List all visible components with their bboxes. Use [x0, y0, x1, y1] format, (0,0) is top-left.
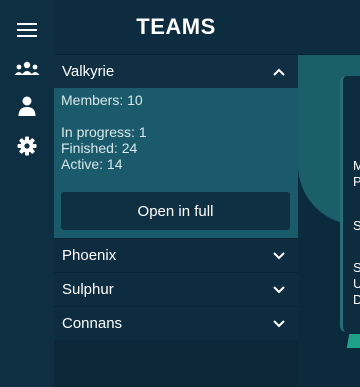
finished-count: Finished: 24 [61, 140, 138, 156]
main-topbar [298, 0, 360, 55]
team-name: Phoenix [62, 247, 117, 264]
teams-panel: TEAMS Valkyrie Members: 10 In progress: … [54, 0, 298, 387]
panel-title: TEAMS [54, 0, 298, 54]
nav-settings[interactable] [0, 134, 54, 158]
team-name: Connans [62, 315, 123, 332]
decorative-accent [346, 334, 360, 348]
menu-button[interactable] [0, 18, 54, 42]
team-details-valkyrie: Members: 10 In progress: 1 Finished: 24 … [54, 88, 298, 238]
chevron-down-icon [272, 317, 286, 331]
nav-profile[interactable] [0, 94, 54, 118]
left-rail [0, 0, 54, 387]
team-header-valkyrie[interactable]: Valkyrie [54, 54, 298, 88]
gear-icon [17, 136, 37, 156]
team-header-sulphur[interactable]: Sulphur [54, 272, 298, 306]
nav-teams[interactable] [0, 58, 54, 80]
main-area: M P S S U D [298, 0, 360, 387]
card-text: D [353, 292, 360, 307]
chevron-down-icon [272, 283, 286, 297]
card-text: U [353, 276, 360, 291]
card-text: P [353, 174, 360, 189]
chevron-up-icon [272, 65, 286, 79]
user-icon [18, 96, 36, 116]
hamburger-icon [17, 23, 37, 37]
chevron-down-icon [272, 249, 286, 263]
card-text: M [353, 158, 360, 173]
team-header-phoenix[interactable]: Phoenix [54, 238, 298, 272]
team-header-connans[interactable]: Connans [54, 306, 298, 340]
card-text: S [353, 218, 360, 233]
details-card: M P S S U D [340, 76, 360, 332]
open-in-full-button[interactable]: Open in full [61, 192, 290, 230]
in-progress-count: In progress: 1 [61, 124, 147, 140]
group-icon [14, 61, 40, 75]
active-count: Active: 14 [61, 156, 123, 172]
card-text: S [353, 260, 360, 275]
team-name: Sulphur [62, 281, 114, 298]
team-name: Valkyrie [62, 63, 115, 80]
members-count: Members: 10 [61, 92, 143, 108]
